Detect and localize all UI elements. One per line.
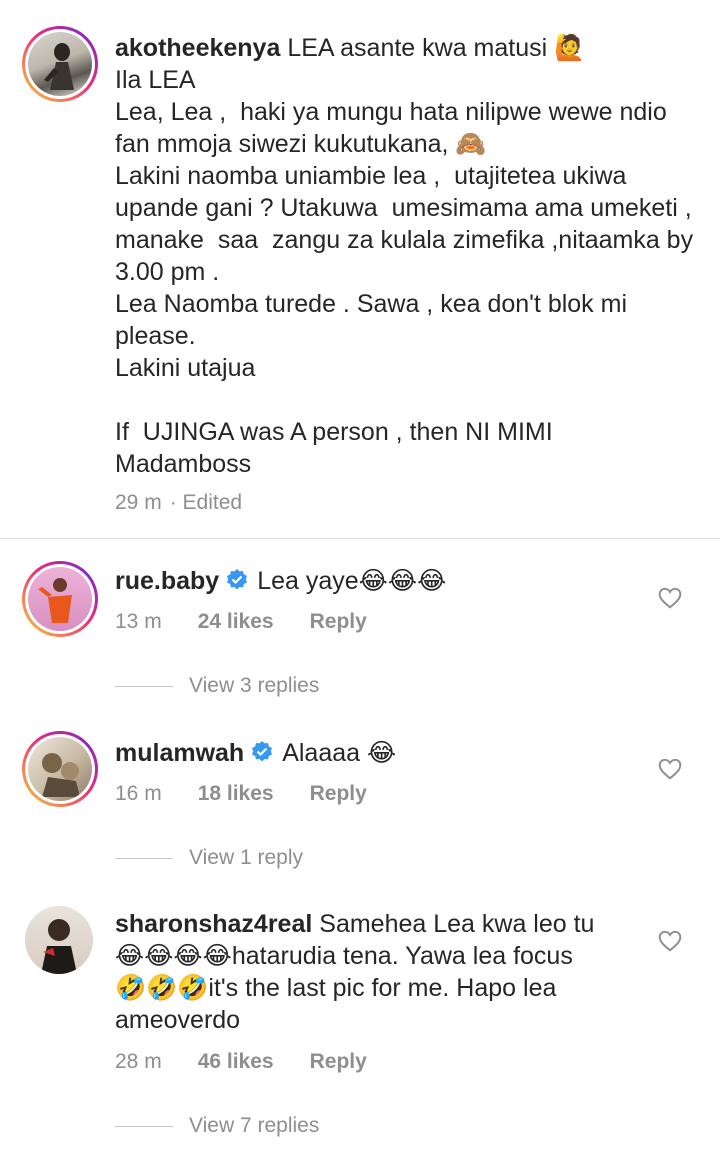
- comment-meta: 13 m 24 likes Reply: [115, 610, 367, 634]
- caption-divider: [0, 538, 720, 539]
- comment-text: mulamwah Alaaaa 😂: [115, 737, 655, 769]
- comment-body-line4: ameoverdo: [115, 1006, 241, 1034]
- comment-emojis-line3: 🤣🤣🤣: [115, 974, 209, 1002]
- verified-badge-icon: [225, 568, 249, 592]
- caption-text: akotheekenya LEA asante kwa matusi 🙋 Ila…: [115, 32, 695, 480]
- view-replies-button[interactable]: View 7 replies: [115, 1114, 319, 1138]
- comment-username[interactable]: mulamwah: [115, 739, 244, 767]
- comment-body: Alaaaa: [282, 739, 367, 767]
- comment-time: 16 m: [115, 782, 162, 805]
- caption-avatar[interactable]: [22, 26, 98, 102]
- post-caption: akotheekenya LEA asante kwa matusi 🙋 Ila…: [0, 0, 720, 540]
- caption-emoji: 🙋: [554, 34, 586, 62]
- comment-text: rue.baby Lea yaye😂😂😂: [115, 565, 655, 597]
- caption-time: 29 m: [115, 491, 162, 514]
- view-replies-label: View 7 replies: [189, 1114, 320, 1137]
- verified-badge-icon: [250, 740, 274, 764]
- view-replies-label: View 3 replies: [189, 674, 320, 697]
- heart-outline-icon[interactable]: [657, 928, 683, 954]
- comment-body: Lea yaye: [257, 567, 359, 595]
- view-replies-button[interactable]: View 3 replies: [115, 674, 319, 698]
- heart-outline-icon[interactable]: [657, 585, 683, 611]
- caption-body: Ila LEA Lea, Lea , haki ya mungu hata ni…: [115, 66, 694, 478]
- caption-meta: 29 m · Edited: [115, 491, 242, 515]
- comment-avatar[interactable]: [22, 731, 98, 807]
- comment-body-line3: it's the last pic for me. Hapo lea: [208, 974, 557, 1002]
- view-replies-label: View 1 reply: [189, 846, 304, 869]
- comment-likes[interactable]: 18 likes: [198, 782, 274, 806]
- caption-first-line: LEA asante kwa matusi: [287, 34, 555, 62]
- comment-likes[interactable]: 24 likes: [198, 610, 274, 634]
- comment-avatar[interactable]: [22, 561, 98, 637]
- comment-body-line1: Samehea Lea kwa leo tu: [319, 910, 595, 938]
- reply-button[interactable]: Reply: [310, 610, 367, 634]
- reply-button[interactable]: Reply: [310, 782, 367, 806]
- comment-body-line2: hatarudia tena. Yawa lea focus: [231, 942, 573, 970]
- comment-emojis: 😂: [367, 739, 397, 767]
- comment-username[interactable]: sharonshaz4real: [115, 910, 312, 938]
- comment-meta: 16 m 18 likes Reply: [115, 782, 367, 806]
- comment-avatar[interactable]: [25, 906, 93, 974]
- comment-time: 28 m: [115, 1050, 162, 1073]
- heart-outline-icon[interactable]: [657, 756, 683, 782]
- replies-divider-line: [115, 1125, 173, 1127]
- comment-emojis: 😂😂😂: [358, 567, 447, 595]
- comment-emojis-line2: 😂😂😂😂: [115, 942, 232, 970]
- replies-divider-line: [115, 857, 173, 859]
- comment-meta: 28 m 46 likes Reply: [115, 1050, 367, 1074]
- reply-button[interactable]: Reply: [310, 1050, 367, 1074]
- comment-text: sharonshaz4real Samehea Lea kwa leo tu 😂…: [115, 908, 655, 1036]
- replies-divider-line: [115, 685, 173, 687]
- comment-time: 13 m: [115, 610, 162, 633]
- caption-username[interactable]: akotheekenya: [115, 34, 280, 62]
- view-replies-button[interactable]: View 1 reply: [115, 846, 303, 870]
- caption-edited: · Edited: [169, 491, 243, 514]
- comment-likes[interactable]: 46 likes: [198, 1050, 274, 1074]
- comment-username[interactable]: rue.baby: [115, 567, 219, 595]
